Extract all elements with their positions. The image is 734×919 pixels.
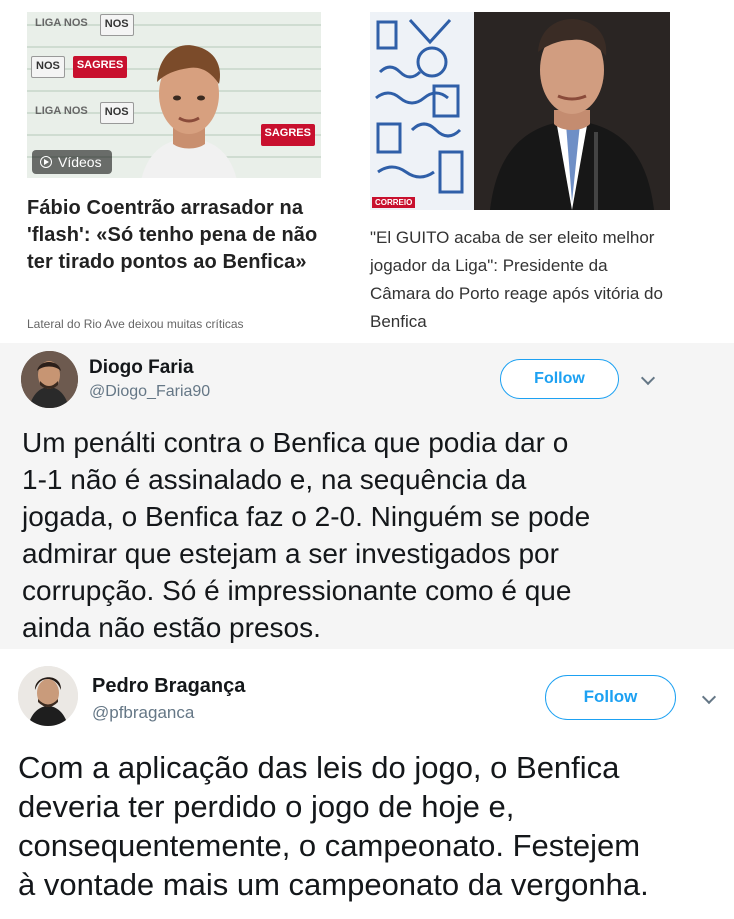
video-badge-label: Vídeos (58, 154, 102, 170)
sponsor-logo: SAGRES (260, 124, 315, 146)
user-name[interactable]: Diogo Faria (89, 357, 194, 379)
user-name[interactable]: Pedro Bragança (92, 675, 245, 698)
news-headline[interactable]: Fábio Coentrão arrasador na 'flash': «Só… (27, 195, 321, 276)
video-badge[interactable]: Vídeos (32, 150, 112, 174)
user-handle[interactable]: @Diogo_Faria90 (89, 383, 210, 401)
play-circle-icon (40, 156, 52, 168)
news-subtitle: Lateral do Rio Ave deixou muitas crítica… (27, 317, 244, 331)
sponsor-logo: NOS (31, 56, 65, 78)
tweet-text: Um penálti contra o Benfica que podia da… (22, 427, 591, 643)
avatar-photo (18, 666, 78, 726)
player-photo (141, 45, 237, 178)
video-thumbnail[interactable]: LIGA NOS NOS NOS SAGRES LIGA NOS NOS SAG… (27, 12, 321, 178)
sponsor-logo: LIGA NOS (35, 17, 88, 29)
correio-logo: CORREIO (372, 197, 416, 208)
news-section: LIGA NOS NOS NOS SAGRES LIGA NOS NOS SAG… (0, 0, 734, 342)
mayor-photo (474, 12, 670, 210)
news-thumbnail[interactable]: CORREIO (370, 12, 670, 210)
news-card-coentrao[interactable]: LIGA NOS NOS NOS SAGRES LIGA NOS NOS SAG… (27, 12, 321, 331)
avatar-photo (21, 351, 78, 408)
news-card-porto[interactable]: CORREIO "El GUITO acaba de ser eleito me… (370, 12, 670, 331)
sponsor-logo: LIGA NOS (35, 105, 88, 117)
follow-button[interactable]: Follow (500, 359, 619, 399)
avatar[interactable] (18, 666, 78, 726)
azulejo-mural (370, 12, 474, 210)
news-headline[interactable]: "El GUITO acaba de ser eleito melhor jog… (370, 224, 670, 336)
user-handle[interactable]: @pfbraganca (92, 703, 194, 723)
tweet-text: Com a aplicação das leis do jogo, o Benf… (18, 750, 649, 902)
avatar[interactable] (21, 351, 78, 408)
follow-button[interactable]: Follow (545, 675, 676, 720)
